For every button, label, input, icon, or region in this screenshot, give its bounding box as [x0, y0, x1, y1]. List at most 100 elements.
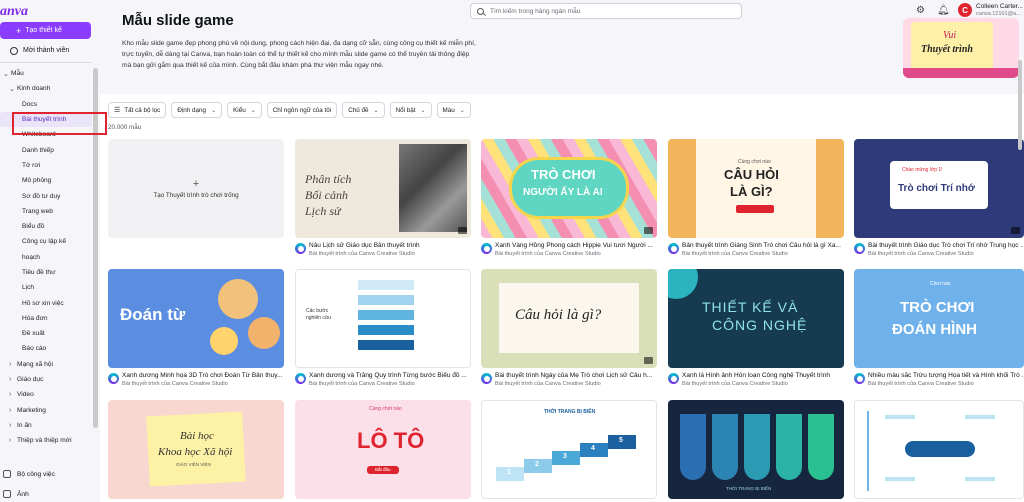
filter-style[interactable]: Kiểu ⌄ [227, 102, 262, 118]
sidebar-item[interactable]: Hồ sơ xin việc [0, 295, 92, 310]
template-card[interactable]: Cùng chơi nào LÔ TÔ Bắt đầu [295, 400, 471, 499]
filter-topic[interactable]: Chủ đề ⌄ [342, 102, 385, 118]
chevron-right-icon: › [9, 391, 12, 399]
template-card[interactable]: TRÒ CHƠI NGƯỜI ẤY LÀ AI Xanh Vàng Hồng P… [481, 139, 657, 262]
template-card[interactable]: THỜI TRANG BỊ BIẾN 1 2 3 4 5 [481, 400, 657, 499]
page-scrollbar[interactable] [1018, 60, 1022, 150]
filter-label: Nổi bật [395, 106, 416, 114]
sidebar-item[interactable]: Đề xuất [0, 326, 92, 341]
thumb-text: 1 [507, 469, 511, 476]
template-thumbnail: THỜI TRANG BỊ BIẾN [668, 400, 844, 499]
invite-members-button[interactable]: Mời thành viên [0, 42, 91, 59]
thumb-text: Trò chơi Trí nhớ [898, 183, 976, 194]
chevron-down-icon: ⌄ [9, 85, 15, 93]
template-card[interactable]: THỜI TRANG BỊ BIẾN [668, 400, 844, 499]
template-card[interactable]: Đoán từ Xanh dương Minh họa 3D Trò chơi … [108, 269, 284, 392]
template-card[interactable]: Các bước nghiên cứu Xanh dương và Trắng … [295, 269, 471, 392]
sidebar-item[interactable]: Mô phỏng [0, 173, 92, 188]
sidebar-item[interactable]: › Marketing [0, 403, 92, 418]
user-name[interactable]: Colleen Carter... [976, 3, 1023, 10]
thumb-text: Đoán từ [120, 305, 186, 324]
card-title[interactable]: Xanh Vàng Hồng Phong cách Hippie Vui tươ… [495, 242, 657, 249]
card-title[interactable]: Bản thuyết trình Giáng Sinh Trò chơi Câu… [682, 242, 844, 249]
sidebar-item-label: Đề xuất [22, 330, 45, 338]
sidebar-item-photos[interactable]: Ảnh [0, 490, 92, 498]
template-card[interactable]: Phân tích Bối cảnh Lịch sử Nâu Lịch sử G… [295, 139, 471, 262]
template-thumbnail: Cùng chơi nào CÂU HỎI LÀ GÌ? [668, 139, 844, 238]
canva-logo[interactable]: anva [0, 4, 28, 20]
sidebar-item-label: Docs [22, 100, 38, 108]
bell-icon[interactable]: 🔔︎ [937, 5, 950, 16]
template-card[interactable] [854, 400, 1024, 499]
sidebar-item[interactable]: Lịch [0, 280, 92, 295]
filter-all[interactable]: ☰ Tất cả bộ lọc [108, 102, 167, 118]
filter-color[interactable]: Màu ⌄ [436, 102, 471, 118]
template-thumbnail: Cùng chơi nào LÔ TÔ Bắt đầu [295, 400, 471, 499]
card-title[interactable]: Xanh dương và Trắng Quy trình Từng bước … [309, 372, 471, 379]
timeline-line [885, 477, 915, 481]
search-input[interactable]: Tìm kiếm trong hàng ngàn mẫu [470, 3, 742, 19]
template-card[interactable]: Câu hỏi là gì? Bài thuyết trình Ngày của… [481, 269, 657, 392]
thumb-text: Bối cảnh [305, 188, 348, 202]
filter-label: Tất cả bộ lọc [124, 106, 161, 114]
sidebar-item-label: Sơ đồ tư duy [22, 192, 61, 200]
sidebar-item[interactable]: › Thiệp và thiệp mời [0, 433, 92, 448]
template-card[interactable]: Cùng chơi nào CÂU HỎI LÀ GÌ? Bản thuyết … [668, 139, 844, 262]
step-bar [358, 295, 414, 305]
sidebar-item[interactable]: › Mạng xã hội [0, 357, 92, 372]
sidebar-item[interactable]: Biểu đồ [0, 219, 92, 234]
filter-format[interactable]: Định dạng ⌄ [171, 102, 223, 118]
card-title[interactable]: Nâu Lịch sử Giáo dục Bản thuyết trình [309, 242, 471, 249]
thumb-text: LÀ GÌ? [730, 184, 773, 199]
chevron-right-icon: › [9, 437, 12, 445]
card-creator: Bài thuyết trình của Canva Creative Stud… [495, 251, 601, 257]
filter-featured[interactable]: Nổi bật ⌄ [389, 102, 432, 118]
template-card[interactable]: THIẾT KẾ VÀ CÔNG NGHỆ Xanh lá Hình ảnh H… [668, 269, 844, 392]
chevron-right-icon: › [9, 360, 12, 368]
sidebar-item[interactable]: Docs [0, 97, 92, 112]
thumb-text: Chào mừng lớp 1! [902, 167, 943, 173]
sidebar-item[interactable]: Trang web [0, 204, 92, 219]
sidebar-item-work-kits[interactable]: Bộ công việc [0, 470, 92, 478]
gear-icon[interactable]: ⚙ [916, 5, 925, 16]
card-title[interactable]: Nhiều màu sắc Trừu tượng Họa tiết và Hìn… [868, 372, 1023, 379]
thumb-text: LÔ TÔ [357, 428, 425, 453]
filter-bar: ☰ Tất cả bộ lọc Định dạng ⌄ Kiểu ⌄ Chỉ ngôn… [108, 102, 471, 118]
filter-my-language[interactable]: Chỉ ngôn ngữ của tôi [266, 102, 338, 118]
sidebar-item[interactable]: ⌄ Kinh doanh [0, 81, 92, 96]
thumb-text: Cùng chơi nào [369, 406, 402, 412]
template-card[interactable]: Bài học Khoa học Xã hội GIÁO VIÊN VIÊN [108, 400, 284, 499]
sidebar-item[interactable]: Tờ rơi [0, 158, 92, 173]
create-design-button[interactable]: + Tạo thiết kế [0, 22, 91, 39]
sidebar-item[interactable]: › In ấn [0, 418, 92, 433]
template-card[interactable]: Chơi nào TRÒ CHƠI ĐOÁN HÌNH Nhiều màu sắ… [854, 269, 1024, 392]
chevron-down-icon: ⌄ [459, 107, 465, 114]
sidebar-item[interactable]: ⌄ Mẫu [0, 66, 92, 81]
sidebar-item[interactable]: Báo cáo [0, 341, 92, 356]
sidebar-item[interactable]: hoạch [0, 250, 92, 265]
character-head [218, 279, 258, 319]
sidebar-item[interactable]: Tiêu đề thư [0, 265, 92, 280]
photo-block [399, 144, 467, 232]
thumb-text: NGƯỜI ẤY LÀ AI [523, 187, 603, 198]
template-card[interactable]: Chào mừng lớp 1! Trò chơi Trí nhớ Bài th… [854, 139, 1024, 262]
sidebar-item[interactable]: Sơ đồ tư duy [0, 188, 92, 203]
avatar[interactable]: C [958, 3, 972, 17]
sidebar-item-label: In ấn [17, 421, 32, 429]
sidebar-item[interactable]: Công cụ lập kế [0, 234, 92, 249]
card-title[interactable]: Bài thuyết trình Ngày của Mẹ Trò chơi Lị… [495, 372, 657, 379]
sidebar-item[interactable]: Danh thiếp [0, 142, 92, 157]
sidebar-item[interactable]: › Video [0, 387, 92, 402]
annotation-highlight-box [12, 112, 107, 135]
timeline-line [885, 415, 915, 419]
sidebar-item[interactable]: Hóa đơn [0, 311, 92, 326]
card-title[interactable]: Xanh lá Hình ảnh Hỗn loạn Công nghệ Thuy… [682, 372, 844, 379]
thumb-text: Bài học [180, 430, 214, 442]
sidebar-item[interactable]: › Giáo dục [0, 372, 92, 387]
create-blank-card[interactable]: + Tạo Thuyết trình trò chơi trống [108, 139, 284, 238]
timeline-line [867, 411, 869, 491]
card-title[interactable]: Bài thuyết trình Giáo dục Trò chơi Trí n… [868, 242, 1023, 249]
filter-label: Kiểu [233, 106, 246, 114]
column-shape [776, 414, 802, 480]
card-title[interactable]: Xanh dương Minh họa 3D Trò chơi Đoán Từ … [122, 372, 284, 379]
